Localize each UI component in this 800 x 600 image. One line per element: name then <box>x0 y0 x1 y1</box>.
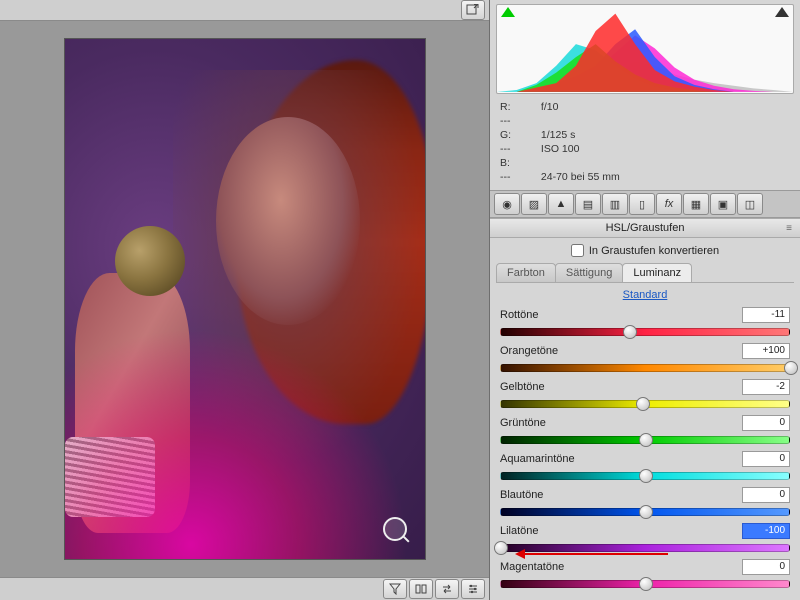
panel-title: HSL/Graustufen <box>606 222 685 234</box>
meta-shutter: 1/125 s <box>541 128 620 142</box>
grayscale-checkbox[interactable] <box>571 244 584 257</box>
slider-value-magenta[interactable]: 0 <box>742 559 790 575</box>
slider-label-orange: Orangetöne <box>500 345 558 357</box>
metadata: R: --- G: --- B: --- f/10 1/125 s ISO 10… <box>490 96 800 190</box>
panel-header: HSL/Graustufen ≡ <box>490 218 800 238</box>
presets-icon[interactable]: ◫ <box>737 193 763 215</box>
slider-red[interactable] <box>500 325 790 337</box>
grayscale-icon[interactable]: ▤ <box>575 193 601 215</box>
slider-blue[interactable] <box>500 505 790 517</box>
slider-value-yellow[interactable]: -2 <box>742 379 790 395</box>
slider-yellow[interactable] <box>500 397 790 409</box>
slider-label-blue: Blautöne <box>500 489 543 501</box>
sliders-icon[interactable] <box>461 579 485 599</box>
slider-value-red[interactable]: -11 <box>742 307 790 323</box>
panel-menu-icon[interactable]: ≡ <box>786 223 794 234</box>
tonecurve-icon[interactable]: ▨ <box>521 193 547 215</box>
tab-saturation[interactable]: Sättigung <box>555 263 623 282</box>
slider-value-purple[interactable]: -100 <box>742 523 790 539</box>
image-preview[interactable] <box>0 21 489 577</box>
compare-icon[interactable] <box>409 579 433 599</box>
zoom-icon[interactable] <box>383 517 407 541</box>
slider-value-blue[interactable]: 0 <box>742 487 790 503</box>
meta-g: --- <box>500 142 517 156</box>
panel-toolbar: ◉ ▨ ▲ ▤ ▥ ▯ fx ▦ ▣ ◫ <box>490 190 800 218</box>
slider-magenta[interactable] <box>500 577 790 589</box>
preview-pane <box>0 0 490 600</box>
fx-icon[interactable]: fx <box>656 193 682 215</box>
camera-icon[interactable]: ▣ <box>710 193 736 215</box>
hsl-tabs: Farbton Sättigung Luminanz <box>496 263 794 283</box>
hsl-icon[interactable]: ▲ <box>548 193 574 215</box>
side-panel: R: --- G: --- B: --- f/10 1/125 s ISO 10… <box>490 0 800 600</box>
meta-b: --- <box>500 170 517 184</box>
tab-hue[interactable]: Farbton <box>496 263 556 282</box>
slider-green[interactable] <box>500 433 790 445</box>
meta-r: --- <box>500 114 517 128</box>
crop-icon[interactable]: ▦ <box>683 193 709 215</box>
splittone-icon[interactable]: ▥ <box>602 193 628 215</box>
slider-label-aqua: Aquamarintöne <box>500 453 575 465</box>
photo <box>64 38 426 560</box>
slider-label-magenta: Magentatöne <box>500 561 564 573</box>
histogram[interactable] <box>496 4 794 94</box>
slider-purple[interactable] <box>500 541 790 553</box>
swap-icon[interactable] <box>435 579 459 599</box>
slider-value-aqua[interactable]: 0 <box>742 451 790 467</box>
reset-link[interactable]: Standard <box>623 289 668 301</box>
detail-icon[interactable]: ▯ <box>629 193 655 215</box>
meta-lens: 24-70 bei 55 mm <box>541 170 620 184</box>
slider-label-purple: Lilatöne <box>500 525 539 537</box>
slider-group: Rottöne -11 Orangetöne +100 Gelbtöne -2 Grüntö… <box>490 307 800 600</box>
slider-label-green: Grüntöne <box>500 417 546 429</box>
slider-label-yellow: Gelbtöne <box>500 381 545 393</box>
filter-icon[interactable] <box>383 579 407 599</box>
slider-orange[interactable] <box>500 361 790 373</box>
slider-aqua[interactable] <box>500 469 790 481</box>
detach-button[interactable] <box>461 0 485 20</box>
meta-aperture: f/10 <box>541 100 620 114</box>
annotation-arrow <box>518 553 668 555</box>
lens-icon[interactable]: ◉ <box>494 193 520 215</box>
slider-value-orange[interactable]: +100 <box>742 343 790 359</box>
tab-luminance[interactable]: Luminanz <box>622 263 692 282</box>
meta-iso: ISO 100 <box>541 142 620 156</box>
slider-value-green[interactable]: 0 <box>742 415 790 431</box>
slider-label-red: Rottöne <box>500 309 539 321</box>
grayscale-label: In Graustufen konvertieren <box>589 245 719 257</box>
